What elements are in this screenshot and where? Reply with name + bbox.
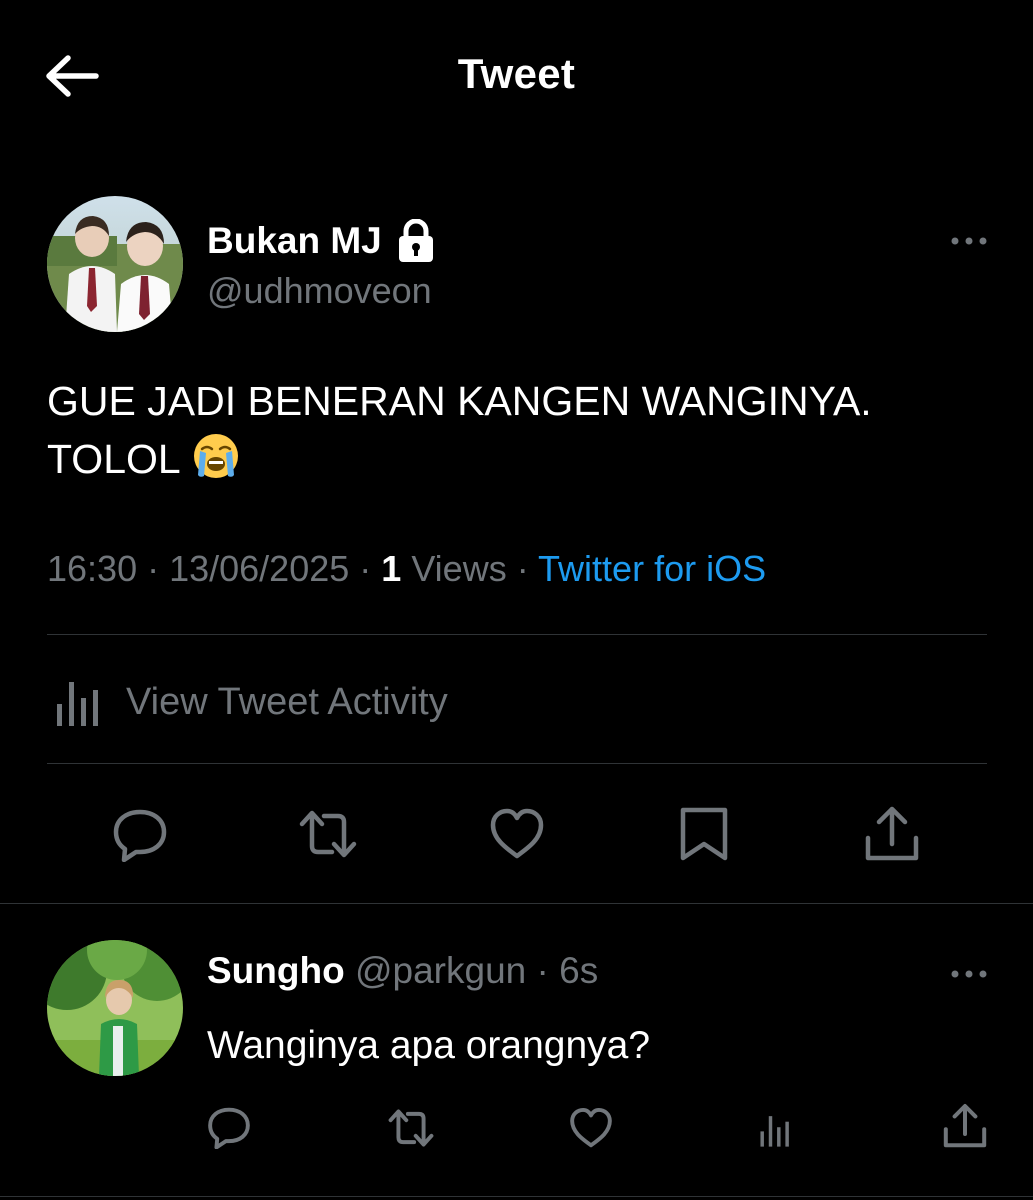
bookmark-button[interactable] — [677, 804, 731, 864]
retweet-icon — [388, 1109, 434, 1147]
analytics-icon — [760, 1116, 789, 1147]
meta-separator: · — [349, 548, 382, 589]
more-options-button[interactable] — [949, 233, 989, 249]
analytics-icon — [57, 682, 98, 726]
share-icon — [943, 1104, 987, 1148]
reply-reply-button[interactable] — [205, 1105, 253, 1149]
retweet-button[interactable] — [296, 806, 360, 862]
loudly-crying-face-icon — [193, 434, 238, 478]
source-link[interactable]: Twitter for iOS — [538, 548, 766, 589]
reply-like-button[interactable] — [568, 1106, 614, 1150]
reply-text: Wanginya apa orangnya? — [207, 1024, 651, 1067]
view-tweet-activity-button[interactable]: View Tweet Activity — [52, 672, 448, 732]
views-count: 1 — [381, 548, 402, 589]
reply-icon — [113, 809, 167, 862]
reply-author-handle[interactable]: @parkgun — [355, 950, 526, 991]
reply-icon — [208, 1107, 250, 1149]
tweet-meta: 16:30 · 13/06/2025 · 1 Views · Twitter f… — [47, 548, 766, 590]
heart-icon — [570, 1107, 612, 1148]
reply-header: Sungho @parkgun · 6s — [207, 950, 598, 992]
share-icon — [865, 806, 919, 861]
activity-label: View Tweet Activity — [126, 680, 448, 723]
divider — [0, 1196, 1033, 1197]
reply-more-options-button[interactable] — [949, 966, 989, 982]
more-horizontal-icon — [951, 970, 987, 978]
divider — [0, 903, 1033, 904]
heart-icon — [490, 808, 544, 859]
meta-separator: · — [526, 950, 560, 991]
reply-author-name[interactable]: Sungho — [207, 950, 345, 991]
views-label: Views — [401, 548, 507, 589]
reply-retweet-button[interactable] — [385, 1106, 437, 1150]
page-title: Tweet — [457, 50, 576, 97]
like-button[interactable] — [488, 806, 546, 862]
meta-separator: · — [137, 548, 170, 589]
reply-share-button[interactable] — [941, 1102, 989, 1150]
tweet-text: GUE JADI BENERAN KANGEN WANGINYA. TOLOL — [47, 372, 987, 488]
tweet-date: 13/06/2025 — [169, 548, 350, 589]
more-horizontal-icon — [951, 237, 987, 245]
author-name-row[interactable]: Bukan MJ — [207, 216, 436, 266]
reply-timestamp[interactable]: 6s — [559, 950, 598, 991]
divider — [47, 763, 987, 764]
tweet-text-word: TOLOL — [47, 436, 180, 482]
top-bar: Tweet — [0, 0, 1033, 150]
tweet-time: 16:30 — [47, 548, 138, 589]
reply-button[interactable] — [110, 806, 170, 862]
author-handle[interactable]: @udhmoveon — [207, 270, 432, 312]
reply-views-button[interactable] — [756, 1112, 794, 1148]
meta-separator: · — [506, 548, 539, 589]
bookmark-icon — [680, 807, 728, 861]
share-button[interactable] — [862, 804, 922, 864]
tweet-text-line: GUE JADI BENERAN KANGEN WANGINYA. — [47, 378, 872, 424]
author-avatar[interactable] — [47, 196, 183, 332]
reply-author-avatar[interactable] — [47, 940, 183, 1076]
divider — [47, 634, 987, 635]
lock-icon — [398, 219, 433, 262]
author-name[interactable]: Bukan MJ — [207, 220, 382, 262]
retweet-icon — [299, 810, 357, 858]
tweet-text-line: TOLOL — [47, 430, 987, 488]
